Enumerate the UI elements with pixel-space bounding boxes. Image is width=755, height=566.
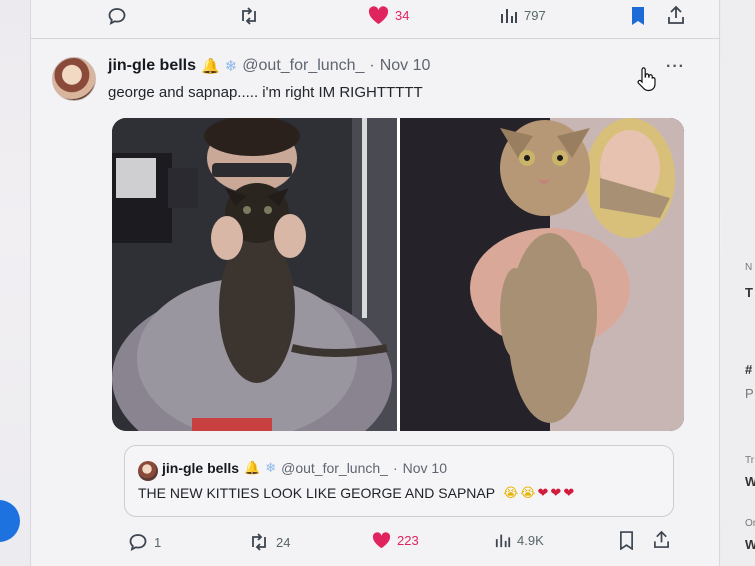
tweet-divider	[30, 38, 720, 39]
retweet-icon	[238, 6, 260, 26]
quoted-tweet-text: THE NEW KITTIES LOOK LIKE GEORGE AND SAP…	[138, 485, 574, 501]
bell-icon: 🔔	[244, 460, 261, 475]
share-button[interactable]	[653, 530, 670, 549]
snowflake-icon: ❄	[224, 58, 238, 75]
views-count: 797	[524, 7, 546, 23]
quoted-avatar	[138, 461, 158, 481]
tweet-media[interactable]	[112, 118, 684, 431]
heart-emoji-icon: ❤	[563, 485, 575, 500]
heart-emoji-icon: ❤	[537, 485, 549, 500]
heart-filled-icon	[368, 6, 389, 25]
views-button[interactable]: 4.9K	[495, 532, 544, 548]
emoji-row: 😭 😭 ❤ ❤ ❤	[503, 485, 574, 501]
reply-button[interactable]: 1	[128, 532, 161, 552]
display-name[interactable]: jin-gle bells	[108, 57, 196, 75]
retweet-icon	[248, 532, 270, 552]
screen: N T # P Tr W Or W 34 797 jin-gle bells 🔔…	[0, 0, 755, 566]
like-count: 34	[395, 8, 410, 23]
views-count: 4.9K	[517, 532, 544, 548]
quoted-date: Nov 10	[402, 460, 447, 476]
quoted-display-name: jin-gle bells	[162, 460, 240, 476]
snowflake-icon: ❄	[265, 460, 277, 475]
separator-dot: ·	[392, 460, 398, 476]
bookmark-button[interactable]	[619, 531, 634, 550]
photo-right[interactable]	[400, 118, 684, 431]
like-count: 223	[397, 533, 419, 548]
hand-cursor-icon	[636, 66, 656, 97]
quoted-tweet-header: jin-gle bells 🔔 ❄ @out_for_lunch_ · Nov …	[162, 460, 447, 476]
bookmark-filled-icon	[630, 6, 646, 26]
retweet-button[interactable]	[238, 6, 260, 26]
reply-count: 1	[154, 534, 162, 550]
sidebar-letter[interactable]: W	[745, 474, 755, 489]
tweet-header: jin-gle bells 🔔 ❄ @out_for_lunch_ · Nov …	[108, 57, 430, 75]
more-options-button[interactable]: ···	[666, 58, 685, 76]
bell-icon: 🔔	[201, 58, 220, 75]
crying-face-icon: 😭	[503, 485, 519, 500]
quoted-handle: @out_for_lunch_	[281, 460, 388, 476]
heart-emoji-icon: ❤	[550, 485, 562, 500]
like-button[interactable]: 223	[372, 532, 419, 549]
separator-dot: ·	[369, 57, 375, 74]
crying-face-icon: 😭	[520, 485, 536, 500]
reply-icon	[128, 532, 148, 552]
sidebar-letter: N	[745, 262, 753, 273]
share-button[interactable]	[667, 5, 685, 25]
views-button[interactable]: 797	[500, 6, 546, 24]
tweet-date[interactable]: Nov 10	[380, 57, 431, 75]
reply-button[interactable]	[107, 6, 127, 26]
like-button[interactable]: 34	[368, 6, 409, 25]
analytics-icon	[495, 532, 511, 548]
user-handle[interactable]: @out_for_lunch_	[242, 57, 364, 75]
bookmark-icon	[619, 531, 634, 550]
retweet-count: 24	[276, 534, 291, 550]
sidebar-letter: Or	[745, 518, 755, 529]
compose-fab-button[interactable]	[0, 500, 20, 542]
heart-filled-icon	[372, 532, 391, 549]
sidebar-letter: P	[745, 386, 754, 401]
share-icon	[667, 5, 685, 25]
analytics-icon	[500, 6, 518, 24]
quoted-text: THE NEW KITTIES LOOK LIKE GEORGE AND SAP…	[138, 485, 496, 501]
bookmark-button[interactable]	[630, 6, 646, 26]
tweet-text: george and sapnap..... i'm right IM RIGH…	[108, 84, 423, 101]
avatar[interactable]	[52, 57, 96, 101]
quoted-tweet[interactable]	[124, 445, 674, 517]
sidebar-letter[interactable]: #	[745, 362, 752, 377]
right-sidebar: N T # P Tr W Or W	[721, 0, 755, 566]
photo-left[interactable]	[112, 118, 397, 431]
share-icon	[653, 530, 670, 549]
reply-icon	[107, 6, 127, 26]
retweet-button[interactable]: 24	[248, 532, 290, 552]
sidebar-letter[interactable]: T	[745, 285, 753, 300]
sidebar-letter[interactable]: W	[745, 537, 755, 552]
sidebar-letter: Tr	[745, 455, 755, 466]
